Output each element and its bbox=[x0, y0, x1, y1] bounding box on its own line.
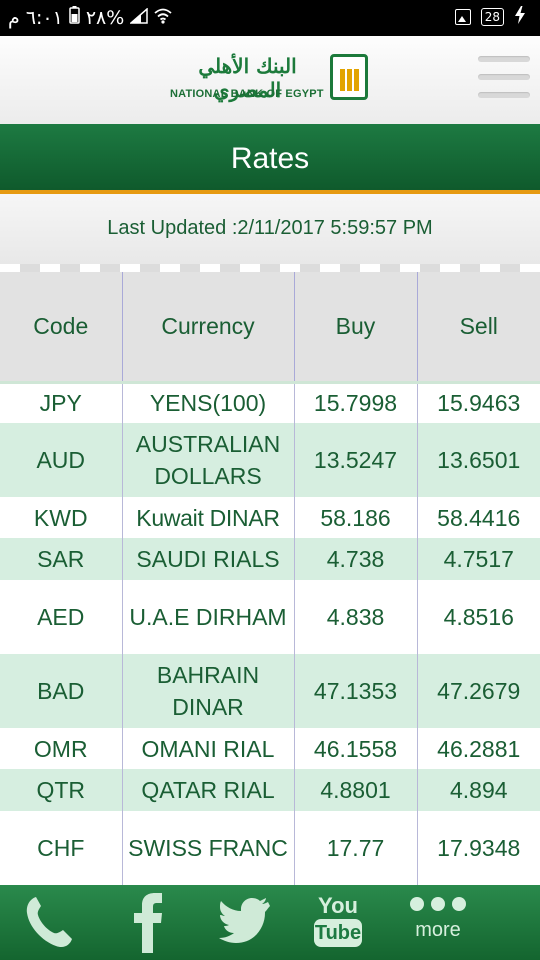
gallery-notification-icon bbox=[454, 9, 471, 25]
table-row: KWD Kuwait DINAR 58.186 58.4416 bbox=[0, 497, 540, 538]
cell-sell: 46.2881 bbox=[416, 728, 540, 769]
status-right: 28 bbox=[454, 6, 526, 28]
table-row: BAD BAHRAIN DINAR 47.1353 47.2679 bbox=[0, 654, 540, 728]
phone-icon[interactable] bbox=[22, 893, 76, 953]
logo-english-text: NATIONAL BANK OF EGYPT bbox=[170, 88, 324, 100]
cell-buy: 46.1558 bbox=[293, 728, 417, 769]
cell-currency: BAHRAIN DINAR bbox=[121, 654, 294, 728]
table-row: CHF SWISS FRANC 17.77 17.9348 bbox=[0, 811, 540, 885]
cell-code: QTR bbox=[0, 769, 122, 811]
battery-percent: ٢٨% bbox=[85, 6, 125, 29]
cell-code: AUD bbox=[0, 423, 122, 497]
table-row: AED U.A.E DIRHAM 4.838 4.8516 bbox=[0, 580, 540, 654]
youtube-icon-you: You bbox=[318, 893, 358, 918]
table-row: SAR SAUDI RIALS 4.738 4.7517 bbox=[0, 538, 540, 580]
cell-code: AED bbox=[0, 580, 122, 654]
cell-currency: QATAR RIAL bbox=[121, 769, 294, 811]
cell-buy: 58.186 bbox=[293, 497, 417, 538]
cell-sell: 13.6501 bbox=[416, 423, 540, 497]
status-bar: ٦:٠١ م ٢٨% 28 bbox=[0, 0, 540, 36]
cell-currency: OMANI RIAL bbox=[121, 728, 294, 769]
bottom-nav-bar: You Tube more bbox=[0, 885, 540, 960]
cell-buy: 17.77 bbox=[293, 811, 417, 885]
status-time: ٦:٠١ م bbox=[8, 6, 63, 29]
cell-buy: 13.5247 bbox=[293, 423, 417, 497]
bank-emblem-icon bbox=[330, 54, 368, 100]
title-bar: Rates bbox=[0, 124, 540, 194]
cell-code: SAR bbox=[0, 538, 122, 580]
column-header-currency: Currency bbox=[121, 272, 294, 384]
cell-sell: 4.894 bbox=[416, 769, 540, 811]
signal-icon bbox=[129, 6, 149, 29]
column-header-sell: Sell bbox=[416, 272, 540, 384]
youtube-icon-tube: Tube bbox=[314, 919, 362, 947]
cell-sell: 17.9348 bbox=[416, 811, 540, 885]
table-row: JPY YENS(100) 15.7998 15.9463 bbox=[0, 382, 540, 423]
column-header-code: Code bbox=[0, 272, 122, 384]
cell-sell: 47.2679 bbox=[416, 654, 540, 728]
twitter-icon[interactable] bbox=[218, 893, 270, 953]
cell-code: JPY bbox=[0, 382, 122, 423]
table-row: OMR OMANI RIAL 46.1558 46.2881 bbox=[0, 728, 540, 769]
app-header: البنك الأهلي المصري NATIONAL BANK OF EGY… bbox=[0, 36, 540, 124]
cell-code: KWD bbox=[0, 497, 122, 538]
table-row: QTR QATAR RIAL 4.8801 4.894 bbox=[0, 769, 540, 811]
cell-buy: 4.738 bbox=[293, 538, 417, 580]
more-label: more bbox=[415, 919, 461, 941]
youtube-icon[interactable]: You Tube bbox=[308, 893, 368, 953]
cell-code: CHF bbox=[0, 811, 122, 885]
page-title: Rates bbox=[230, 142, 310, 175]
more-dots-icon bbox=[410, 897, 466, 911]
cell-sell: 58.4416 bbox=[416, 497, 540, 538]
status-left: ٦:٠١ م ٢٨% bbox=[8, 6, 172, 29]
more-button[interactable]: more bbox=[406, 893, 470, 953]
column-header-buy: Buy bbox=[293, 272, 417, 384]
facebook-icon[interactable] bbox=[128, 893, 168, 953]
cell-sell: 4.8516 bbox=[416, 580, 540, 654]
cell-currency: YENS(100) bbox=[121, 382, 294, 423]
cell-sell: 4.7517 bbox=[416, 538, 540, 580]
divider bbox=[0, 264, 540, 272]
battery-icon bbox=[69, 6, 80, 29]
wifi-icon bbox=[154, 7, 172, 29]
cell-code: OMR bbox=[0, 728, 122, 769]
cell-buy: 4.8801 bbox=[293, 769, 417, 811]
bank-logo: البنك الأهلي المصري NATIONAL BANK OF EGY… bbox=[170, 54, 370, 106]
cell-code: BAD bbox=[0, 654, 122, 728]
logo-arabic-text: البنك الأهلي المصري bbox=[198, 54, 297, 102]
last-updated-text: Last Updated :2/11/2017 5:59:57 PM bbox=[0, 194, 540, 264]
table-row: AUD AUSTRALIAN DOLLARS 13.5247 13.6501 bbox=[0, 423, 540, 497]
cell-currency: AUSTRALIAN DOLLARS bbox=[121, 423, 294, 497]
cell-currency: SAUDI RIALS bbox=[121, 538, 294, 580]
table-header-row: Code Currency Buy Sell bbox=[0, 272, 540, 384]
cell-buy: 4.838 bbox=[293, 580, 417, 654]
rates-table: Code Currency Buy Sell JPY YENS(100) 15.… bbox=[0, 272, 540, 885]
charging-icon bbox=[514, 6, 526, 28]
cell-currency: Kuwait DINAR bbox=[121, 497, 294, 538]
hamburger-menu-icon[interactable] bbox=[478, 56, 530, 102]
cell-sell: 15.9463 bbox=[416, 382, 540, 423]
cell-buy: 15.7998 bbox=[293, 382, 417, 423]
cell-currency: SWISS FRANC bbox=[121, 811, 294, 885]
cell-currency: U.A.E DIRHAM bbox=[121, 580, 294, 654]
cell-buy: 47.1353 bbox=[293, 654, 417, 728]
notification-badge: 28 bbox=[480, 8, 504, 26]
